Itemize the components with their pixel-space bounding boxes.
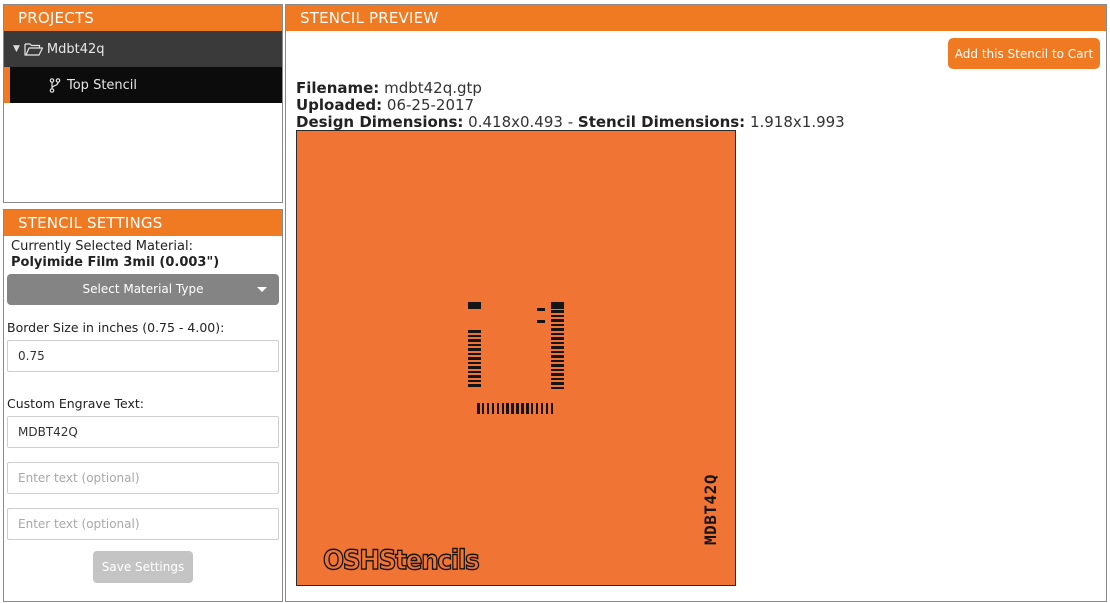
stencil-pad xyxy=(551,310,564,313)
stencil-pad xyxy=(551,359,564,362)
stencil-pad xyxy=(551,319,564,322)
stencil-pad xyxy=(551,355,564,358)
stencil-pad xyxy=(526,403,529,414)
stencil-pad xyxy=(468,361,481,364)
engrave-text-label: Custom Engrave Text: xyxy=(7,396,144,411)
stencil-dimensions-value: 1.918x1.993 xyxy=(749,113,845,131)
current-material-label: Currently Selected Material: xyxy=(11,239,193,254)
stencil-image: MDBT42Q OSHStencils xyxy=(296,130,736,586)
select-material-dropdown[interactable]: Select Material Type xyxy=(7,274,279,305)
stencil-pad xyxy=(535,403,539,414)
stencil-pad xyxy=(551,337,564,340)
branch-icon xyxy=(49,77,61,93)
stencil-pad xyxy=(537,308,545,311)
stencil-pad xyxy=(468,330,481,333)
stencil-pad xyxy=(537,320,545,323)
current-material-value: Polyimide Film 3mil (0.003") xyxy=(11,255,220,270)
stencil-pad xyxy=(516,403,519,414)
folder-open-icon xyxy=(24,42,44,56)
projects-header: PROJECTS xyxy=(4,5,282,31)
stencil-preview-panel: STENCIL PREVIEW Add this Stencil to Cart… xyxy=(285,4,1107,602)
stencil-pad xyxy=(521,403,524,414)
oshstencils-logo: OSHStencils xyxy=(322,544,480,576)
stencil-pad xyxy=(477,403,480,414)
stencil-item-top[interactable]: Top Stencil xyxy=(4,67,282,103)
stencil-pad xyxy=(551,386,564,389)
stencil-pad xyxy=(551,368,564,371)
stencil-pad xyxy=(496,403,500,414)
optional-text-input-2[interactable] xyxy=(7,508,279,540)
filename-value: mdbt42q.gtp xyxy=(384,79,482,97)
save-settings-button[interactable]: Save Settings xyxy=(93,551,193,583)
stencil-pad xyxy=(468,370,481,373)
settings-header: STENCIL SETTINGS xyxy=(4,210,282,236)
dimensions-separator: - xyxy=(562,113,578,131)
stencil-pad xyxy=(551,332,564,335)
stencil-pad xyxy=(468,343,481,346)
caret-down-icon[interactable]: ▼ xyxy=(13,44,20,54)
dimensions-line: Design Dimensions: 0.418x0.493 - Stencil… xyxy=(296,114,845,131)
stencil-pad xyxy=(551,364,564,367)
stencil-pad xyxy=(468,366,481,369)
stencil-pad xyxy=(551,346,564,349)
dropdown-caret-icon xyxy=(257,287,267,292)
stencil-pad xyxy=(468,375,481,378)
filename-line: Filename: mdbt42q.gtp xyxy=(296,80,482,97)
stencil-pad xyxy=(468,302,481,309)
stencil-name: Top Stencil xyxy=(67,77,138,93)
engrave-text-mark: MDBT42Q xyxy=(699,459,721,559)
stencil-pad xyxy=(468,348,481,351)
stencil-pad xyxy=(491,403,495,414)
stencil-pad xyxy=(550,403,554,414)
optional-text-input-1[interactable] xyxy=(7,462,279,494)
stencil-pad xyxy=(540,403,544,414)
stencil-pad xyxy=(486,403,490,414)
filename-label: Filename: xyxy=(296,79,380,97)
stencil-pad xyxy=(468,334,481,337)
stencil-settings-panel: STENCIL SETTINGS Currently Selected Mate… xyxy=(3,209,283,602)
stencil-pad xyxy=(506,403,509,414)
design-dimensions-label: Design Dimensions: xyxy=(296,113,464,131)
uploaded-line: Uploaded: 06-25-2017 xyxy=(296,97,474,114)
stencil-pad xyxy=(511,403,514,414)
engrave-text: MDBT42Q xyxy=(700,473,720,545)
border-size-input[interactable] xyxy=(7,340,279,372)
stencil-pad xyxy=(551,328,564,331)
stencil-pad xyxy=(551,323,564,326)
stencil-pad xyxy=(551,341,564,344)
stencil-pad xyxy=(468,357,481,360)
stencil-pad xyxy=(551,302,564,309)
current-material: Currently Selected Material: Polyimide F… xyxy=(4,236,282,271)
add-to-cart-button[interactable]: Add this Stencil to Cart xyxy=(948,38,1100,69)
uploaded-value: 06-25-2017 xyxy=(386,96,475,114)
stencil-pad xyxy=(545,403,549,414)
stencil-pad xyxy=(551,382,564,385)
project-item[interactable]: ▼ Mdbt42q xyxy=(4,31,282,67)
project-name: Mdbt42q xyxy=(46,41,105,57)
preview-header: STENCIL PREVIEW xyxy=(286,5,1106,31)
stencil-pad xyxy=(468,339,481,342)
border-size-label: Border Size in inches (0.75 - 4.00): xyxy=(7,320,225,335)
uploaded-label: Uploaded: xyxy=(296,96,383,114)
projects-panel: PROJECTS ▼ Mdbt42q Top Stencil xyxy=(3,4,283,203)
engrave-text-input[interactable] xyxy=(7,416,279,448)
stencil-pad xyxy=(551,377,564,380)
stencil-pad xyxy=(530,403,534,414)
stencil-pad xyxy=(468,384,481,387)
select-material-label: Select Material Type xyxy=(82,282,204,296)
stencil-pad xyxy=(551,314,564,317)
stencil-pad xyxy=(551,373,564,376)
stencil-dimensions-label: Stencil Dimensions: xyxy=(577,113,746,131)
stencil-pad xyxy=(481,403,485,414)
design-dimensions-value: 0.418x0.493 xyxy=(468,113,563,131)
stencil-pad xyxy=(468,352,481,355)
stencil-pad xyxy=(551,350,564,353)
stencil-pad xyxy=(468,379,481,382)
stencil-pad xyxy=(501,403,505,414)
